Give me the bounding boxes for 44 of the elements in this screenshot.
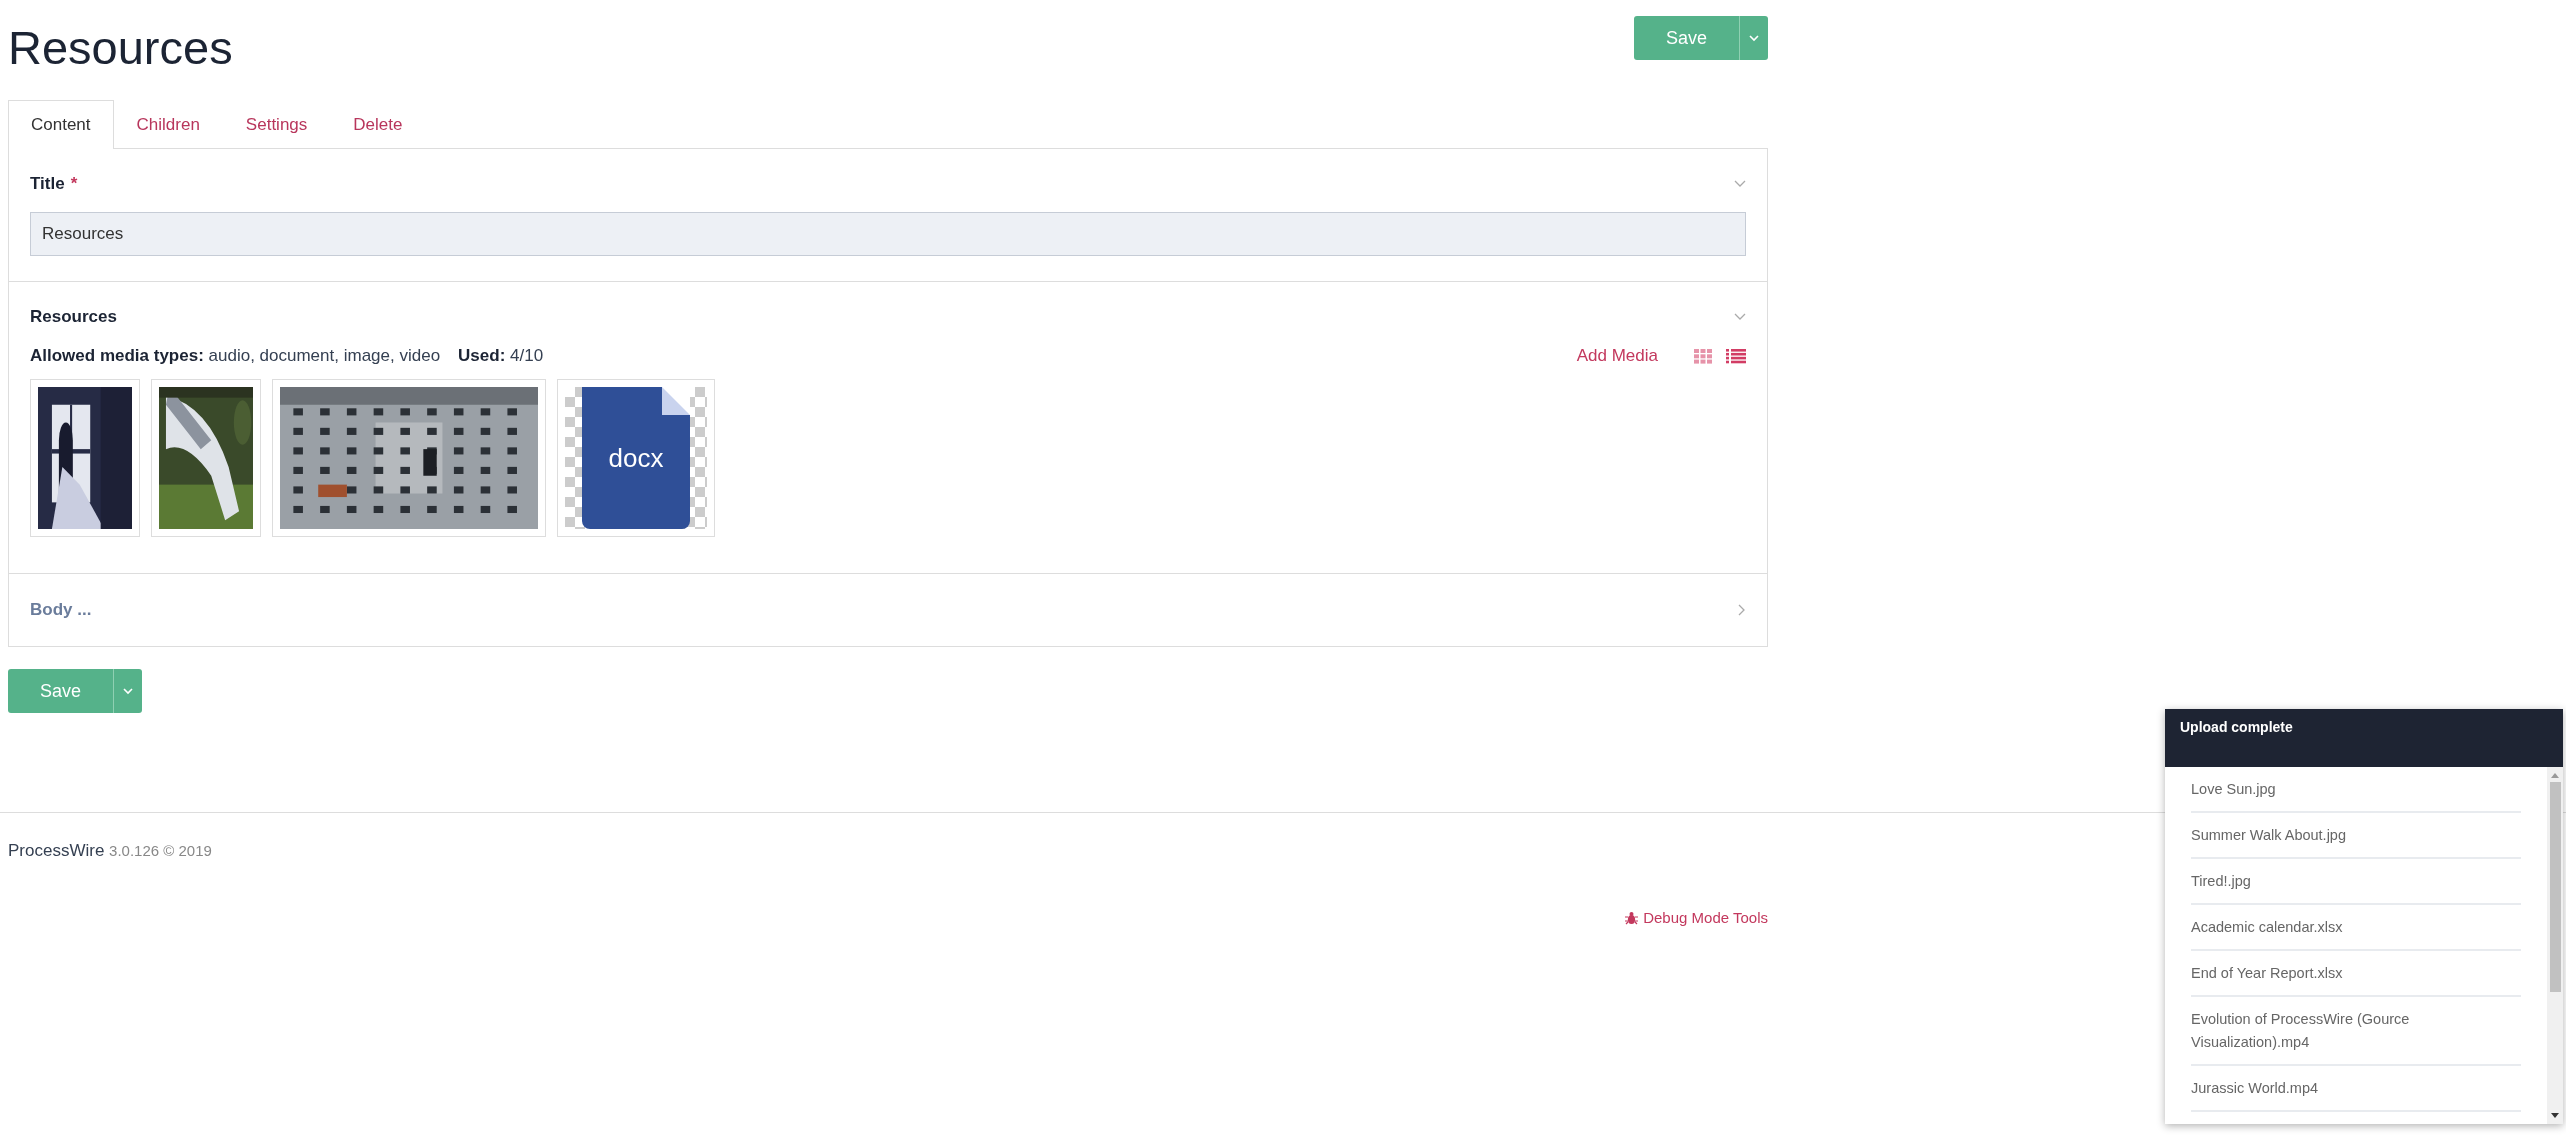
file-type-label: docx <box>608 442 664 474</box>
uploaded-file-name: Jurassic World.mp4 <box>2191 1080 2319 1096</box>
add-media-link[interactable]: Add Media <box>1576 346 1658 366</box>
caret-icon <box>123 687 133 695</box>
save-options-button[interactable] <box>113 669 142 713</box>
field-label[interactable]: Resources <box>30 307 117 327</box>
tab[interactable]: Delete <box>330 100 426 148</box>
notification-title: Upload complete <box>2180 719 2293 735</box>
title-input-field[interactable]: Resources <box>30 212 1746 256</box>
save-options-button[interactable] <box>1739 16 1768 60</box>
uploaded-file-name: Evolution of ProcessWire (Gource Visualization).mp4 <box>2191 1011 2410 1050</box>
uploaded-file-name: Tired!.jpg <box>2191 873 2251 889</box>
uploaded-file-name: End of Year Report.xlsx <box>2191 965 2343 981</box>
uploaded-file-name: Summer Walk About.jpg <box>2191 827 2346 843</box>
scrollbar[interactable] <box>2547 767 2563 1124</box>
chevron-down-icon[interactable] <box>1734 180 1746 188</box>
caret-icon <box>1749 34 1759 42</box>
folded-corner-icon <box>662 387 690 415</box>
tab[interactable]: Children <box>113 100 223 148</box>
media-thumbnail[interactable]: docx <box>557 379 715 537</box>
tab[interactable]: Settings <box>222 100 331 148</box>
uploaded-file-name: Love Sun.jpg <box>2191 781 2276 797</box>
chevron-down-icon[interactable] <box>1734 313 1746 321</box>
scroll-down-icon[interactable] <box>2551 1113 2559 1118</box>
allowed-types-text: Allowed media types: audio, document, image, video <box>30 346 441 366</box>
bug-icon <box>1625 910 1639 925</box>
usage-text: Used: 4/10 <box>458 346 544 366</box>
chevron-right-icon[interactable] <box>1738 604 1746 616</box>
debug-link[interactable]: Debug Mode Tools <box>1625 909 1768 926</box>
version-text: 3.0.126 © 2019 <box>109 842 212 859</box>
grid-view-icon[interactable] <box>1694 348 1712 364</box>
media-thumbnail[interactable] <box>30 379 140 537</box>
list-view-icon[interactable] <box>1726 348 1746 364</box>
field-label[interactable]: Body ... <box>30 600 92 620</box>
media-thumbnail[interactable] <box>151 379 261 537</box>
tab[interactable]: Content <box>8 100 114 149</box>
required-marker: * <box>70 174 78 194</box>
field-label[interactable]: Title <box>30 174 65 194</box>
uploaded-file-name: Academic calendar.xlsx <box>2191 919 2343 935</box>
brand-name: ProcessWire <box>8 841 105 860</box>
scrollbar-thumb[interactable] <box>2549 782 2561 992</box>
media-thumbnail[interactable] <box>272 379 546 537</box>
scroll-up-icon[interactable] <box>2551 773 2559 778</box>
page-title: Resources <box>8 24 233 71</box>
